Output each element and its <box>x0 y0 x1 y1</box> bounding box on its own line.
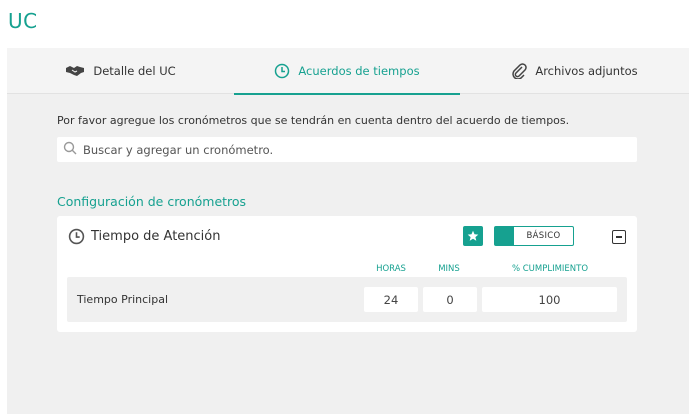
clock-icon <box>274 63 290 79</box>
mins-field[interactable]: 0 <box>423 287 477 312</box>
tab-archivos-label: Archivos adjuntos <box>535 64 638 78</box>
hours-field[interactable]: 24 <box>364 287 418 312</box>
favorite-button[interactable] <box>463 226 483 246</box>
uc-panel: Detalle del UC Acuerdos de tiempos Archi… <box>7 48 689 414</box>
timer-card-title: Tiempo de Atención <box>91 229 221 244</box>
column-header-compliance: % CUMPLIMIENTO <box>511 264 589 274</box>
tab-archivos[interactable]: Archivos adjuntos <box>460 48 689 94</box>
tab-detalle-label: Detalle del UC <box>93 64 176 78</box>
timer-row: Tiempo Principal 24 0 100 <box>67 277 627 322</box>
collapse-button[interactable] <box>612 230 626 244</box>
handshake-icon <box>65 64 85 78</box>
star-icon <box>467 227 479 246</box>
clock-icon <box>68 228 85 245</box>
tab-acuerdos[interactable]: Acuerdos de tiempos <box>234 48 460 95</box>
section-title: Configuración de cronómetros <box>57 194 247 209</box>
page-title: UC <box>8 9 38 33</box>
compliance-field[interactable]: 100 <box>482 287 617 312</box>
basic-toggle[interactable]: BÁSICO <box>494 226 574 246</box>
search-box[interactable] <box>57 137 637 162</box>
search-input[interactable] <box>83 142 623 157</box>
search-icon <box>63 140 77 159</box>
tab-bar: Detalle del UC Acuerdos de tiempos Archi… <box>7 48 689 95</box>
minus-icon <box>616 236 622 238</box>
timer-card: Tiempo de Atención BÁSICO HORAS MINS % C… <box>57 216 637 332</box>
column-header-hours: HORAS <box>376 264 406 274</box>
tab-acuerdos-label: Acuerdos de tiempos <box>298 64 420 78</box>
timer-card-header: Tiempo de Atención <box>68 228 221 245</box>
timer-row-label: Tiempo Principal <box>77 293 169 306</box>
toggle-knob <box>495 227 514 245</box>
paperclip-icon <box>511 63 528 79</box>
instructions-text: Por favor agregue los cronómetros que se… <box>57 114 570 127</box>
toggle-label: BÁSICO <box>526 231 561 241</box>
column-header-mins: MINS <box>438 264 460 274</box>
tab-detalle[interactable]: Detalle del UC <box>7 48 234 94</box>
